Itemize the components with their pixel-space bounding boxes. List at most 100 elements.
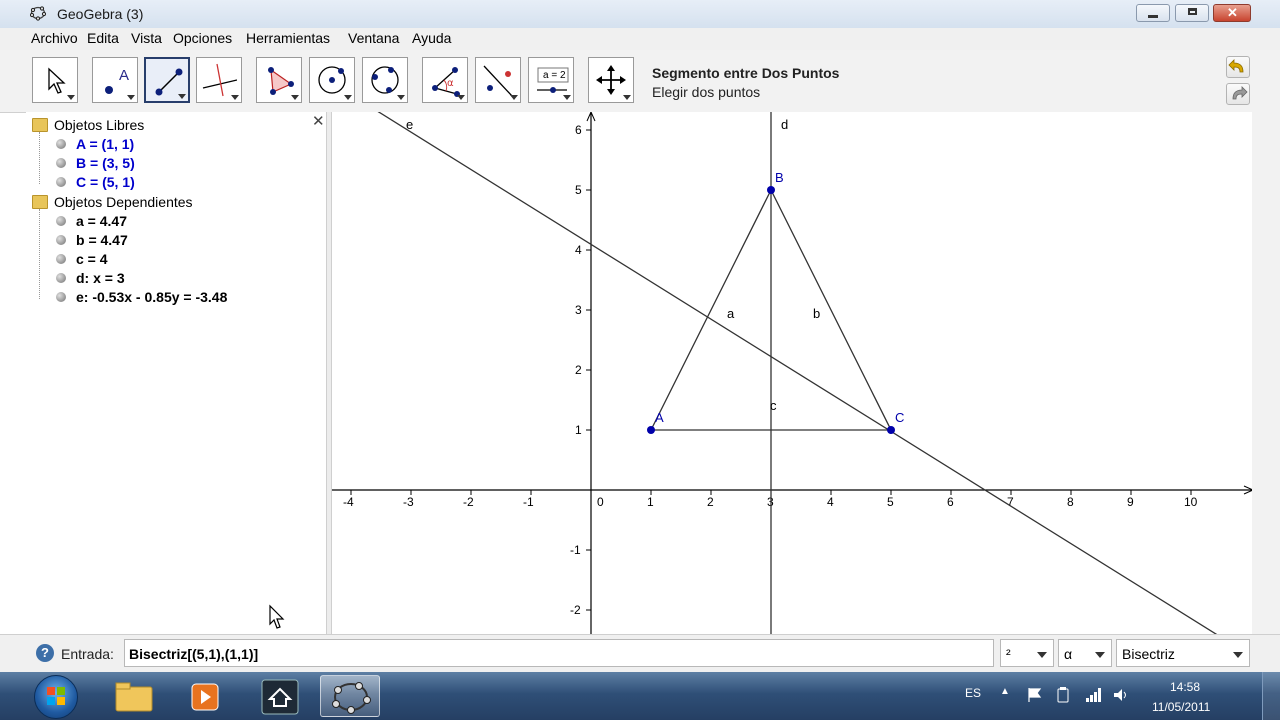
algebra-view: ✕ Objetos Libres A = (1, 1) B = (3, 5) C… xyxy=(26,112,327,634)
chevron-down-icon xyxy=(1037,652,1047,658)
taskbar-app-home[interactable] xyxy=(250,675,310,717)
segment-label-c: c xyxy=(770,398,777,413)
menu-vista[interactable]: Vista xyxy=(131,30,162,46)
line-label-d: d xyxy=(781,117,788,132)
visibility-toggle-a[interactable] xyxy=(56,216,66,226)
mouse-cursor-icon xyxy=(269,604,285,629)
taskbar-geogebra[interactable] xyxy=(320,675,380,717)
point-C[interactable] xyxy=(887,426,895,434)
visibility-toggle-B[interactable] xyxy=(56,158,66,168)
command-select[interactable]: Bisectriz xyxy=(1116,639,1250,667)
folder-icon xyxy=(32,195,48,209)
line-label-e: e xyxy=(406,117,413,132)
svg-text:α: α xyxy=(447,78,454,89)
chevron-down-icon xyxy=(1095,652,1105,658)
line-e[interactable] xyxy=(332,112,1252,634)
close-icon: ✕ xyxy=(1227,5,1238,20)
visibility-toggle-C[interactable] xyxy=(56,177,66,187)
x-tick-label: 0 xyxy=(597,495,604,509)
x-tick-label: -3 xyxy=(403,495,414,509)
circle-tool-button[interactable] xyxy=(309,57,355,103)
free-object-B[interactable]: B = (3, 5) xyxy=(76,155,135,171)
start-button[interactable] xyxy=(34,675,78,719)
clock-time[interactable]: 14:58 xyxy=(1170,680,1200,694)
segment-label-b: b xyxy=(813,306,820,321)
graphics-canvas[interactable]: -4 -3 -2 -1 0 1 2 3 4 5 6 7 8 9 10 654321-1-2 ABC a b … xyxy=(332,112,1252,634)
point-label-C: C xyxy=(895,410,904,425)
y-tick-label: -1 xyxy=(570,543,581,557)
y-tick-label: 5 xyxy=(575,183,582,197)
chevron-down-icon xyxy=(1233,652,1243,658)
superscript-select[interactable]: ² xyxy=(1000,639,1054,667)
visibility-toggle-e[interactable] xyxy=(56,292,66,302)
angle-tool-button[interactable]: α xyxy=(422,57,468,103)
dependent-objects-label[interactable]: Objetos Dependientes xyxy=(54,194,193,210)
conic-tool-button[interactable] xyxy=(362,57,408,103)
taskbar-media-player[interactable] xyxy=(176,675,236,717)
undo-button[interactable] xyxy=(1226,56,1250,78)
svg-text:A: A xyxy=(119,67,129,84)
visibility-toggle-b[interactable] xyxy=(56,235,66,245)
power-icon[interactable] xyxy=(1054,686,1072,704)
reflect-line-icon xyxy=(483,65,513,97)
dependent-object-c[interactable]: c = 4 xyxy=(76,251,108,267)
x-axis-ticks: -4 -3 -2 -1 0 1 2 3 4 5 6 7 8 9 10 xyxy=(343,490,1198,509)
redo-button[interactable] xyxy=(1226,83,1250,105)
folder-icon xyxy=(115,682,153,712)
point-A[interactable] xyxy=(647,426,655,434)
x-tick-label: 1 xyxy=(647,495,654,509)
show-desktop-button[interactable] xyxy=(1262,672,1280,720)
volume-icon[interactable] xyxy=(1112,686,1130,704)
minimize-button[interactable] xyxy=(1136,4,1170,22)
restore-button[interactable] xyxy=(1175,4,1209,22)
dependent-object-b[interactable]: b = 4.47 xyxy=(76,232,128,248)
y-tick-label: 6 xyxy=(575,123,582,137)
superscript-value: ² xyxy=(1006,646,1011,662)
show-hidden-icons[interactable]: ▲ xyxy=(1000,686,1010,697)
slider-tool-button[interactable]: a = 2 xyxy=(528,57,574,103)
close-view-icon[interactable]: ✕ xyxy=(312,112,325,130)
geogebra-app-icon xyxy=(30,6,46,21)
point-label-A: A xyxy=(655,410,664,425)
perpendicular-line-tool-button[interactable] xyxy=(196,57,242,103)
perpendicular-line-icon xyxy=(202,63,237,97)
new-point-tool-button[interactable]: A xyxy=(92,57,138,103)
dependent-object-e[interactable]: e: -0.53x - 0.85y = -3.48 xyxy=(76,289,227,305)
input-help-icon[interactable]: ? xyxy=(36,644,54,662)
visibility-toggle-A[interactable] xyxy=(56,139,66,149)
close-window-button[interactable]: ✕ xyxy=(1213,4,1251,22)
active-tool-help: Elegir dos puntos xyxy=(652,84,761,100)
point-B[interactable] xyxy=(767,186,775,194)
menu-ayuda[interactable]: Ayuda xyxy=(412,30,451,46)
menu-archivo[interactable]: Archivo xyxy=(31,30,78,46)
menu-ventana[interactable]: Ventana xyxy=(348,30,399,46)
greek-letter-value: α xyxy=(1064,646,1073,662)
visibility-toggle-c[interactable] xyxy=(56,254,66,264)
free-objects-label[interactable]: Objetos Libres xyxy=(54,117,144,133)
greek-letter-select[interactable]: α xyxy=(1058,639,1112,667)
polygon-tool-button[interactable] xyxy=(256,57,302,103)
command-input[interactable]: Bisectriz[(5,1),(1,1)] xyxy=(124,639,994,667)
menu-edita[interactable]: Edita xyxy=(87,30,119,46)
segment-a[interactable] xyxy=(650,189,772,431)
dependent-object-a[interactable]: a = 4.47 xyxy=(76,213,127,229)
language-indicator[interactable]: ES xyxy=(965,686,981,700)
x-tick-label: 2 xyxy=(707,495,714,509)
flag-icon[interactable] xyxy=(1026,686,1044,704)
network-signal-icon[interactable] xyxy=(1084,686,1102,704)
free-object-A[interactable]: A = (1, 1) xyxy=(76,136,134,152)
clock-date[interactable]: 11/05/2011 xyxy=(1152,700,1210,714)
visibility-toggle-d[interactable] xyxy=(56,273,66,283)
graphics-view[interactable]: -4 -3 -2 -1 0 1 2 3 4 5 6 7 8 9 10 6 5 4 3 2 1 -1 -2 ABC a b … xyxy=(332,112,1252,634)
taskbar-explorer[interactable] xyxy=(104,675,164,717)
segment-label-a: a xyxy=(727,306,735,321)
free-object-C[interactable]: C = (5, 1) xyxy=(76,174,135,190)
move-tool-button[interactable] xyxy=(32,57,78,103)
menu-herramientas[interactable]: Herramientas xyxy=(246,30,330,46)
menu-opciones[interactable]: Opciones xyxy=(173,30,232,46)
dependent-object-d[interactable]: d: x = 3 xyxy=(76,270,125,286)
reflect-tool-button[interactable] xyxy=(475,57,521,103)
move-graphics-tool-button[interactable] xyxy=(588,57,634,103)
input-label: Entrada: xyxy=(61,646,114,662)
segment-tool-button[interactable] xyxy=(144,57,190,103)
